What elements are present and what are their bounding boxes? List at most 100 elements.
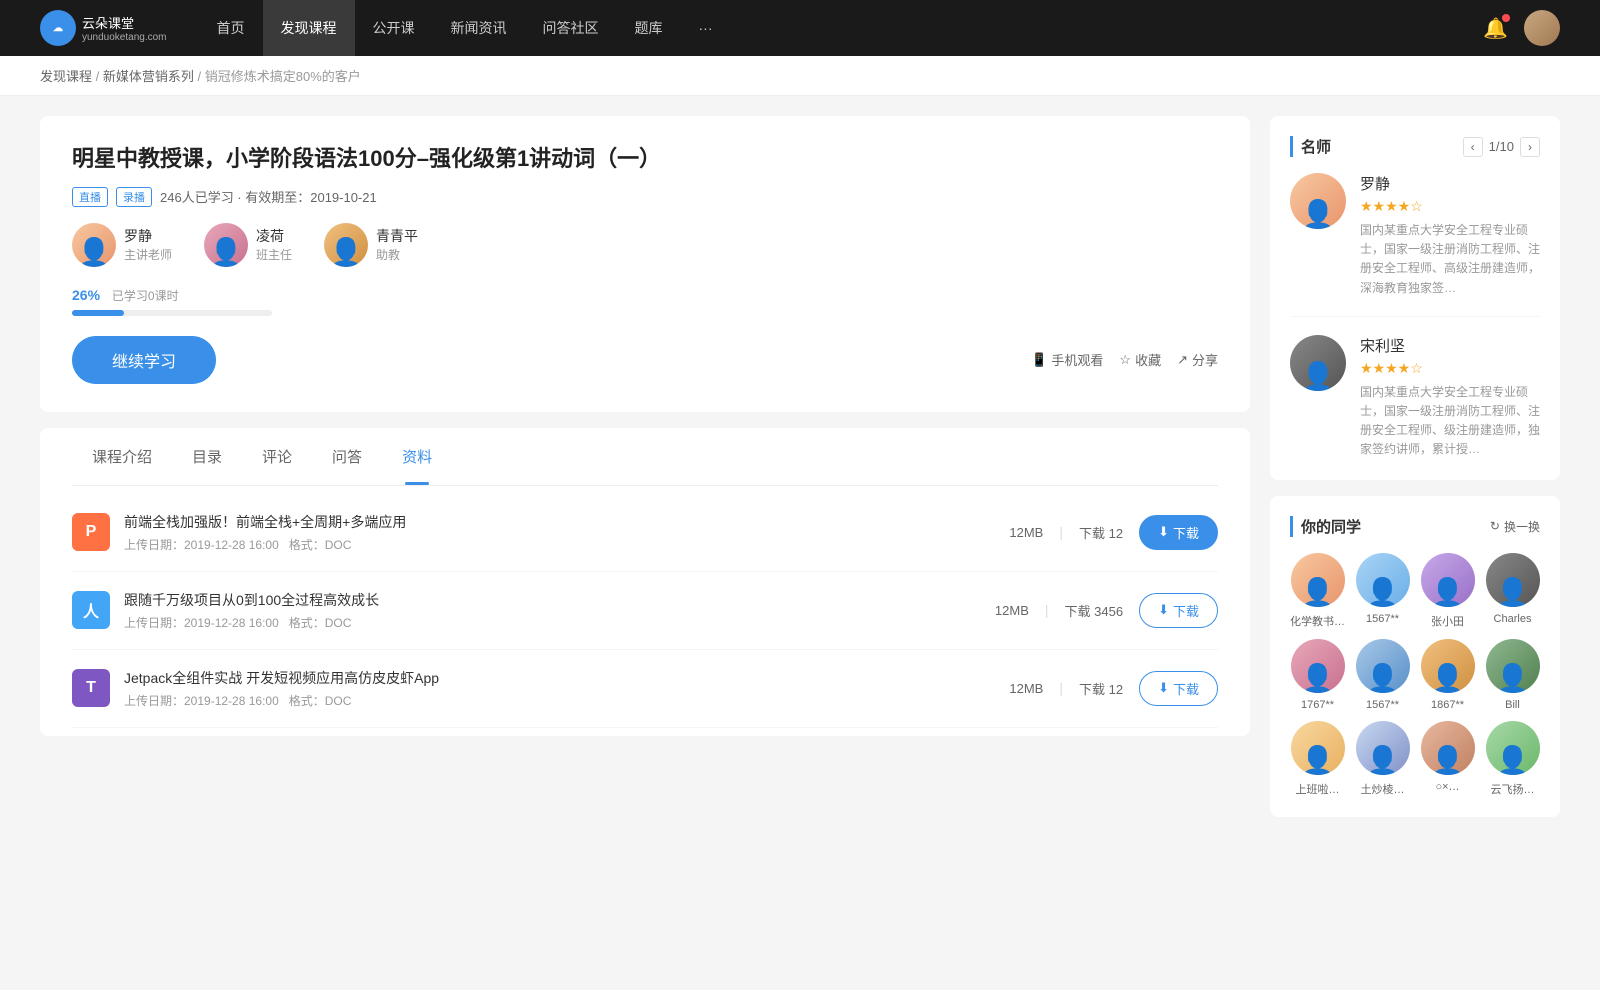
classmate-4[interactable]: 👤 1767** — [1290, 639, 1345, 711]
prev-page-button[interactable]: ‹ — [1463, 137, 1483, 157]
resource-meta-0: 上传日期：2019-12-28 16:00 格式：DOC — [124, 536, 1009, 553]
tab-4[interactable]: 资料 — [382, 428, 452, 485]
classmate-name-2: 张小田 — [1431, 613, 1464, 629]
classmate-name-6: 1867** — [1431, 699, 1464, 711]
mobile-watch-button[interactable]: 📱 手机观看 — [1031, 350, 1103, 369]
teacher-name-0: 罗静 — [124, 226, 172, 246]
next-page-button[interactable]: › — [1520, 137, 1540, 157]
resource-list: P 前端全栈加强版！前端全栈+全周期+多端应用 上传日期：2019-12-28 … — [72, 486, 1218, 736]
classmate-avatar-9: 👤 — [1356, 721, 1410, 775]
tabs-section: 课程介绍目录评论问答资料 P 前端全栈加强版！前端全栈+全周期+多端应用 上传日… — [40, 428, 1250, 736]
notification-bell[interactable]: 🔔 — [1483, 16, 1508, 41]
collect-button[interactable]: ☆ 收藏 — [1119, 350, 1161, 369]
course-enrollment: 246人已学习 · 有效期至：2019-10-21 — [160, 187, 377, 206]
nav-item-6[interactable]: ··· — [681, 0, 731, 56]
tab-3[interactable]: 问答 — [312, 428, 382, 485]
course-title: 明星中教授课，小学阶段语法100分–强化级第1讲动词（一） — [72, 144, 1218, 175]
classmate-avatar-1: 👤 — [1356, 553, 1410, 607]
download-button-1[interactable]: ⬇ 下载 — [1139, 593, 1218, 628]
nav-item-4[interactable]: 问答社区 — [525, 0, 617, 56]
classmates-title: 你的同学 — [1290, 516, 1361, 537]
teacher-name-1: 凌荷 — [256, 226, 292, 246]
teacher-name-2: 青青平 — [376, 226, 418, 246]
sidebar-teacher-desc-0: 国内某重点大学安全工程专业硕士，国家一级注册消防工程师、注册安全工程师、高级注册… — [1360, 221, 1540, 298]
classmate-0[interactable]: 👤 化学教书… — [1290, 553, 1345, 629]
classmate-8[interactable]: 👤 上班啦… — [1290, 721, 1345, 797]
classmate-2[interactable]: 👤 张小田 — [1420, 553, 1475, 629]
content-area: 明星中教授课，小学阶段语法100分–强化级第1讲动词（一） 直播 录播 246人… — [40, 116, 1250, 833]
classmate-6[interactable]: 👤 1867** — [1420, 639, 1475, 711]
teacher-2: 👤 青青平 助教 — [324, 223, 418, 267]
resource-downloads-0: 下载 12 — [1079, 523, 1123, 542]
breadcrumb-link-1[interactable]: 发现课程 — [40, 69, 92, 84]
resource-info-2: Jetpack全组件实战 开发短视频应用高仿皮皮虾App 上传日期：2019-1… — [124, 668, 1009, 709]
classmate-10[interactable]: 👤 ○×… — [1420, 721, 1475, 797]
tab-1[interactable]: 目录 — [172, 428, 242, 485]
classmate-name-4: 1767** — [1301, 699, 1334, 711]
sidebar-teacher-details-0: 罗静 ★★★★☆ 国内某重点大学安全工程专业硕士，国家一级注册消防工程师、注册安… — [1360, 173, 1540, 298]
nav-item-1[interactable]: 发现课程 — [263, 0, 355, 56]
resource-name-2: Jetpack全组件实战 开发短视频应用高仿皮皮虾App — [124, 668, 1009, 688]
progress-sub: 已学习0课时 — [112, 287, 179, 304]
classmate-3[interactable]: 👤 Charles — [1485, 553, 1540, 629]
progress-bar-bg — [72, 310, 272, 316]
course-meta: 直播 录播 246人已学习 · 有效期至：2019-10-21 — [72, 187, 1218, 207]
download-icon-1: ⬇ — [1158, 602, 1169, 618]
sidebar-teacher-name-0: 罗静 — [1360, 173, 1540, 194]
classmate-avatar-2: 👤 — [1421, 553, 1475, 607]
tab-2[interactable]: 评论 — [242, 428, 312, 485]
download-button-0[interactable]: ⬇ 下载 — [1139, 515, 1218, 550]
teacher-1: 👤 凌荷 班主任 — [204, 223, 292, 267]
classmate-avatar-11: 👤 — [1486, 721, 1540, 775]
classmate-7[interactable]: 👤 Bill — [1485, 639, 1540, 711]
course-card: 明星中教授课，小学阶段语法100分–强化级第1讲动词（一） 直播 录播 246人… — [40, 116, 1250, 412]
sidebar: 名师 ‹ 1/10 › 👤 罗静 ★★★★☆ 国内某重点大学安全工程专业硕士，国… — [1270, 116, 1560, 833]
tab-0[interactable]: 课程介绍 — [72, 428, 172, 485]
resource-icon-0: P — [72, 513, 110, 551]
share-button[interactable]: ↗ 分享 — [1177, 350, 1218, 369]
sidebar-teacher-stars-1: ★★★★☆ — [1360, 360, 1540, 377]
classmate-11[interactable]: 👤 云飞扬… — [1485, 721, 1540, 797]
classmate-name-11: 云飞扬… — [1491, 781, 1535, 797]
resource-item-0: P 前端全栈加强版！前端全栈+全周期+多端应用 上传日期：2019-12-28 … — [72, 494, 1218, 572]
classmate-5[interactable]: 👤 1567** — [1355, 639, 1410, 711]
resource-icon-2: T — [72, 669, 110, 707]
teacher-role-0: 主讲老师 — [124, 246, 172, 263]
resource-item-1: 人 跟随千万级项目从0到100全过程高效成长 上传日期：2019-12-28 1… — [72, 572, 1218, 650]
logo[interactable]: ☁ 云朵课堂 yunduoketang.com — [40, 10, 167, 46]
nav-item-5[interactable]: 题库 — [617, 0, 681, 56]
classmates-grid: 👤 化学教书… 👤 1567** 👤 张小田 👤 Charles 👤 1767*… — [1290, 553, 1540, 797]
classmate-9[interactable]: 👤 土炒棱… — [1355, 721, 1410, 797]
sidebar-teacher-desc-1: 国内某重点大学安全工程专业硕士，国家一级注册消防工程师、注册安全工程师、级注册建… — [1360, 383, 1540, 460]
badge-live: 直播 — [72, 187, 108, 207]
resource-meta-2: 上传日期：2019-12-28 16:00 格式：DOC — [124, 692, 1009, 709]
classmate-name-10: ○×… — [1435, 781, 1459, 793]
teacher-role-2: 助教 — [376, 246, 418, 263]
classmate-avatar-8: 👤 — [1291, 721, 1345, 775]
nav-item-0[interactable]: 首页 — [199, 0, 263, 56]
sidebar-teacher-1: 👤 宋利坚 ★★★★☆ 国内某重点大学安全工程专业硕士，国家一级注册消防工程师、… — [1290, 335, 1540, 460]
refresh-classmates-button[interactable]: ↻ 换一换 — [1490, 518, 1540, 535]
breadcrumb: 发现课程 / 新媒体营销系列 / 销冠修炼术搞定80%的客户 — [0, 56, 1600, 96]
user-avatar-nav[interactable] — [1524, 10, 1560, 46]
breadcrumb-link-2[interactable]: 新媒体营销系列 — [103, 69, 194, 84]
download-button-2[interactable]: ⬇ 下载 — [1139, 671, 1218, 706]
teacher-avatar-0: 👤 — [72, 223, 116, 267]
resource-name-0: 前端全栈加强版！前端全栈+全周期+多端应用 — [124, 512, 1009, 532]
classmate-avatar-0: 👤 — [1291, 553, 1345, 607]
nav-item-3[interactable]: 新闻资讯 — [433, 0, 525, 56]
resource-item-2: T Jetpack全组件实战 开发短视频应用高仿皮皮虾App 上传日期：2019… — [72, 650, 1218, 728]
teachers-list: 👤 罗静 主讲老师 👤 凌荷 班主任 👤 青青平 助教 — [72, 223, 1218, 267]
classmate-1[interactable]: 👤 1567** — [1355, 553, 1410, 629]
classmates-header: 你的同学 ↻ 换一换 — [1290, 516, 1540, 537]
nav-item-2[interactable]: 公开课 — [355, 0, 433, 56]
resource-size-1: 12MB — [995, 603, 1029, 618]
sidebar-teacher-details-1: 宋利坚 ★★★★☆ 国内某重点大学安全工程专业硕士，国家一级注册消防工程师、注册… — [1360, 335, 1540, 460]
teacher-avatar-1: 👤 — [204, 223, 248, 267]
teacher-info-2: 青青平 助教 — [376, 226, 418, 263]
teacher-info-1: 凌荷 班主任 — [256, 226, 292, 263]
continue-button[interactable]: 继续学习 — [72, 336, 216, 384]
resource-info-0: 前端全栈加强版！前端全栈+全周期+多端应用 上传日期：2019-12-28 16… — [124, 512, 1009, 553]
teacher-avatar-2: 👤 — [324, 223, 368, 267]
classmate-name-1: 1567** — [1366, 613, 1399, 625]
